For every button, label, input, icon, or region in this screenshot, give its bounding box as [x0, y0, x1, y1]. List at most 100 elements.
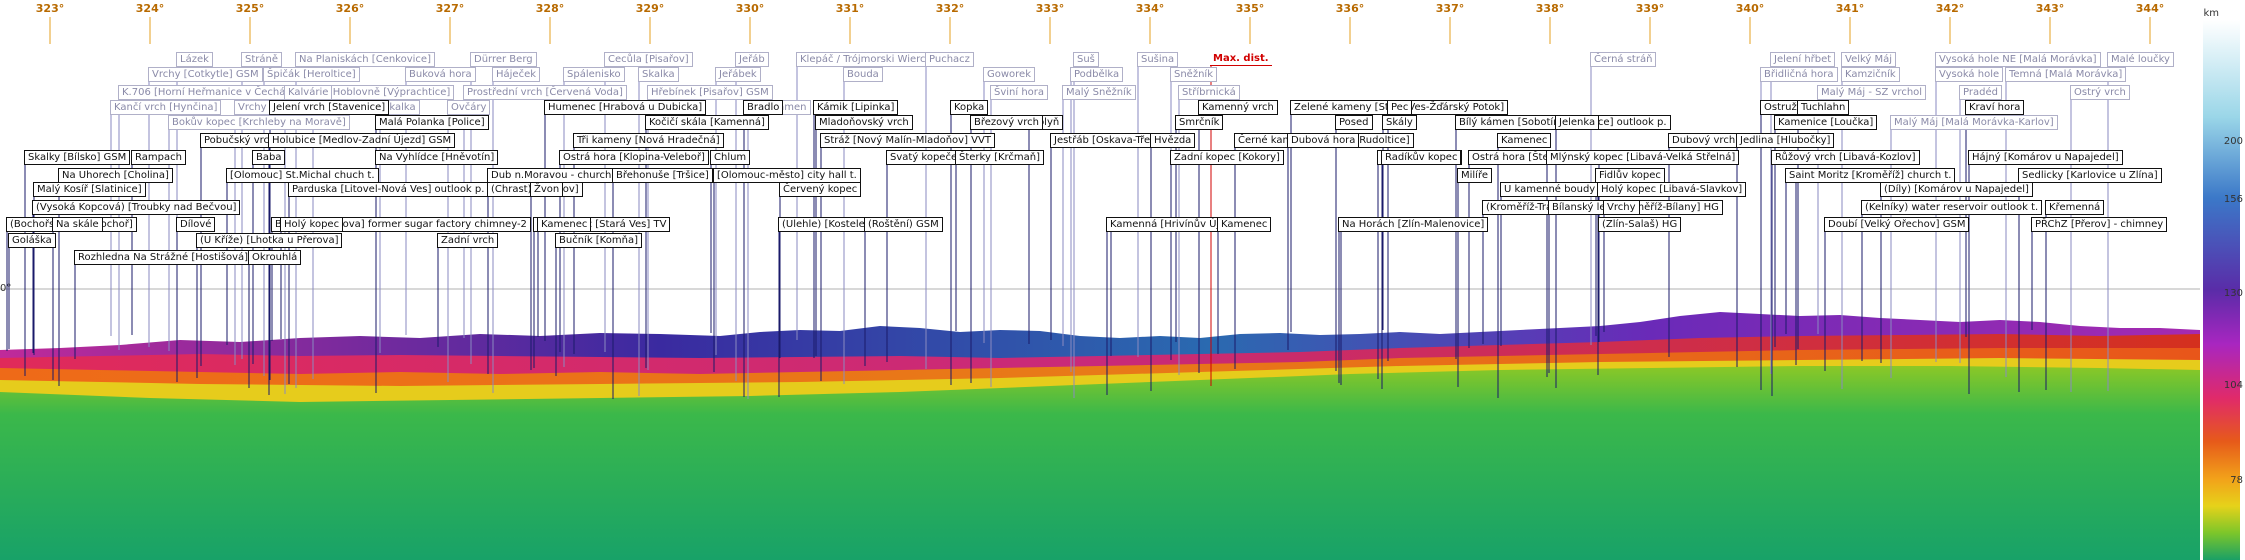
peak-label[interactable]: Baba [252, 150, 286, 165]
peak-label[interactable]: Žvon [530, 182, 564, 197]
peak-label[interactable]: Spálenisko [563, 67, 625, 82]
peak-label[interactable]: Bokův kopec [Krchleby na Moravě] [168, 115, 350, 130]
peak-label[interactable]: Holý kopec [Libavá-Slavkov] [1597, 182, 1747, 197]
peak-label[interactable]: Puchacz [925, 52, 974, 67]
peak-label[interactable]: Jelenka [1555, 115, 1600, 130]
peak-label[interactable]: Vysoká hole NE [Malá Morávka] [1935, 52, 2101, 67]
peak-label[interactable]: Na Vyhlídce [Hněvotín] [375, 150, 499, 165]
peak-label[interactable]: Rozhledna Na Strážné [Hostišová] [74, 250, 253, 265]
peak-label[interactable]: Na Planiskách [Cenkovice] [295, 52, 435, 67]
peak-label[interactable]: Hájný [Komárov u Napajedel] [1968, 150, 2123, 165]
peak-label[interactable]: Ovčáry [447, 100, 491, 115]
peak-label[interactable]: Jeřábek [715, 67, 761, 82]
peak-label[interactable]: (Kelníky) water reservoir outlook t. [1861, 200, 2043, 215]
peak-label[interactable]: PŘChZ [Přerov] - chimney [2031, 217, 2168, 232]
peak-label[interactable]: Vysoká hole [1935, 67, 2004, 82]
peak-label[interactable]: Kámik [Lipinka] [813, 100, 899, 115]
peak-label[interactable]: Max. dist. [1210, 52, 1272, 66]
peak-label[interactable]: Malý Kosíř [Slatinice] [33, 182, 146, 197]
peak-label[interactable]: Červený kopec [779, 182, 862, 197]
peak-label[interactable]: Vrchy [Cotkytle] GSM [148, 67, 263, 82]
peak-label[interactable]: Bradlo [743, 100, 784, 115]
peak-label[interactable]: Šterky [Krčmaň] [955, 150, 1045, 165]
peak-label[interactable]: Kraví hora [1965, 100, 2025, 115]
peak-label[interactable]: Háječek [492, 67, 541, 82]
peak-label[interactable]: Goláška [8, 233, 56, 248]
peak-label[interactable]: Zadní kopec [Kokory] [1170, 150, 1284, 165]
peak-label[interactable]: Mlýnský kopec [Libavá-Velká Střelná] [1546, 150, 1740, 165]
peak-label[interactable]: Stříbrnická [1178, 85, 1240, 100]
peak-label[interactable]: Pec [1387, 100, 1413, 115]
peak-label[interactable]: Špičák [Heroltice] [263, 67, 360, 82]
peak-label[interactable]: Skály [1382, 115, 1417, 130]
peak-label[interactable]: Stráně [241, 52, 282, 67]
peak-label[interactable]: Humenec [Hrabová u Dubicka] [544, 100, 707, 115]
peak-label[interactable]: Šviní hora [990, 85, 1049, 100]
peak-label[interactable]: Saint Moritz [Kroměříž] church t. [1785, 168, 1956, 183]
peak-label[interactable]: Mladoňovský vrch [815, 115, 913, 130]
peak-label[interactable]: Temná [Malá Morávka] [2005, 67, 2127, 82]
peak-label[interactable]: Jeřáb [735, 52, 769, 67]
peak-label[interactable]: Skalka [638, 67, 679, 82]
peak-label[interactable]: Okrouhlá [248, 250, 302, 265]
peak-label[interactable]: Klepáč / Trójmorski Wierch [796, 52, 936, 67]
peak-label[interactable]: Fidlův kopec [1595, 168, 1665, 183]
peak-label[interactable]: Kamenice [Loučka] [1774, 115, 1878, 130]
peak-label[interactable]: Jelení hřbet [1770, 52, 1836, 67]
peak-label[interactable]: Buková hora [405, 67, 476, 82]
peak-label[interactable]: Tři kameny [Nová Hradečná] [573, 133, 724, 148]
peak-label[interactable]: Černá stráň [1590, 52, 1657, 67]
peak-label[interactable]: (Roštění) GSM [864, 217, 943, 232]
peak-label[interactable]: Podbělka [1070, 67, 1124, 82]
peak-label[interactable]: Kamzičník [1841, 67, 1900, 82]
peak-label[interactable]: Malá Polanka [Police] [375, 115, 489, 130]
peak-label[interactable]: Křemenná [2045, 200, 2105, 215]
peak-label[interactable]: U kamenné boudy [1500, 182, 1600, 197]
peak-label[interactable]: Pradéd [1959, 85, 2002, 100]
peak-label[interactable]: Cecůla [Pisařov] [604, 52, 693, 67]
peak-label[interactable]: K.706 [Horní Heřmanice v Čechách ] [118, 85, 309, 100]
peak-label[interactable]: Hřebínek [Pisařov] GSM [647, 85, 773, 100]
peak-label[interactable]: Bučník [Komňa] [555, 233, 642, 248]
peak-label[interactable]: Hvězda [1150, 133, 1196, 148]
peak-label[interactable]: Parduska [Litovel-Nová Ves] outlook p. [288, 182, 489, 197]
peak-label[interactable]: Kančí vrch [Hynčina] [110, 100, 222, 115]
peak-label[interactable]: Na Uhorech [Cholina] [58, 168, 173, 183]
peak-label[interactable]: Sněžník [1170, 67, 1217, 82]
peak-label[interactable]: Sušina [1137, 52, 1179, 67]
peak-label[interactable]: Kamenec [1497, 133, 1552, 148]
peak-label[interactable]: [Olomouc-město] city hall t. [713, 168, 861, 183]
peak-label[interactable]: Břehonuše [Tršice] [612, 168, 713, 183]
peak-label[interactable]: Smrčník [1175, 115, 1224, 130]
peak-label[interactable]: Prostřední vrch [Červená Voda] [463, 85, 627, 100]
peak-label[interactable]: Milíře [1457, 168, 1493, 183]
peak-label[interactable]: Březový vrch [970, 115, 1043, 130]
peak-label[interactable]: Kočičí skála [Kamenná] [645, 115, 769, 130]
peak-label[interactable]: (U Kříže) [Lhotka u Přerova] [196, 233, 343, 248]
peak-label[interactable]: Vrchy [1603, 200, 1640, 215]
peak-label[interactable]: Kamenec [1217, 217, 1272, 232]
peak-label[interactable]: (Díly) [Komárov u Napajedel] [1880, 182, 2033, 197]
peak-label[interactable]: Stráž [Nový Malín-Mladoňov] VVT [820, 133, 995, 148]
peak-label[interactable]: Malý Máj [Malá Morávka-Karlov] [1890, 115, 2058, 130]
peak-label[interactable]: Goworek [983, 67, 1035, 82]
peak-label[interactable]: [Olomouc] St.Michal chuch t. [226, 168, 379, 183]
peak-label[interactable]: Dílové [176, 217, 216, 232]
peak-label[interactable]: Lázek [176, 52, 213, 67]
peak-label[interactable]: Doubí [Velký Ořechov] GSM [1824, 217, 1970, 232]
peak-label[interactable]: Malý Máj - SZ vrchol [1817, 85, 1927, 100]
peak-label[interactable]: Malé loučky [2107, 52, 2174, 67]
peak-label[interactable]: Posed [1335, 115, 1373, 130]
peak-label[interactable]: (Vysoká Kopcová) [Troubky nad Bečvou] [32, 200, 241, 215]
peak-label[interactable]: Kamenec [537, 217, 592, 232]
peak-label[interactable]: (Zlín-Salaš) HG [1598, 217, 1682, 232]
peak-label[interactable]: Jedlina [Hlubočky] [1736, 133, 1835, 148]
peak-label[interactable]: Kopka [950, 100, 989, 115]
peak-label[interactable]: Velký Máj [1841, 52, 1897, 67]
peak-label[interactable]: Radíkův kopec [1381, 150, 1462, 165]
peak-label[interactable]: Skalky [Bílsko] GSM [24, 150, 131, 165]
peak-label[interactable]: Na skále [52, 217, 103, 232]
peak-label[interactable]: Holubice [Medlov-Zadní Újezd] GSM [268, 133, 456, 148]
peak-label[interactable]: Kamenný vrch [1198, 100, 1278, 115]
peak-label[interactable]: Kalvárie [284, 85, 333, 100]
